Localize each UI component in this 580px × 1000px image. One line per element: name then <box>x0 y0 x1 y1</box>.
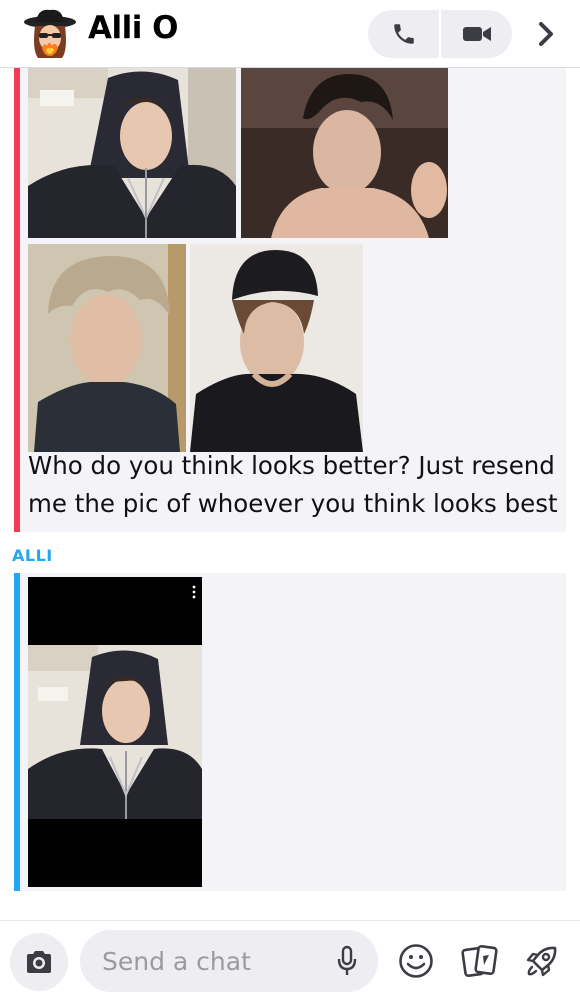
rocket-icon <box>526 946 557 977</box>
emoji-button[interactable] <box>396 941 436 981</box>
cards-icon <box>461 944 498 978</box>
photo-1[interactable] <box>28 68 236 238</box>
chat-input[interactable] <box>102 940 322 982</box>
video-camera-icon <box>462 27 491 41</box>
chat-area[interactable]: Who do you think looks better? Just rese… <box>0 68 580 920</box>
video-call-button[interactable] <box>441 10 512 58</box>
more-options-icon[interactable] <box>190 585 198 599</box>
avatar[interactable] <box>22 6 80 62</box>
message-bubble: Who do you think looks better? Just rese… <box>14 68 566 532</box>
camera-button[interactable] <box>10 933 68 991</box>
microphone-icon <box>337 945 357 975</box>
message-accent-bar <box>14 68 20 532</box>
smiley-icon <box>399 944 433 978</box>
message-bubble <box>14 573 566 891</box>
composer-bar <box>0 920 580 1000</box>
message-accent-bar <box>14 573 20 891</box>
message-text: Who do you think looks better? Just rese… <box>28 451 558 518</box>
cards-button[interactable] <box>460 941 500 981</box>
phone-icon <box>393 24 414 44</box>
chevron-right-icon <box>539 22 553 46</box>
more-button[interactable] <box>528 16 564 52</box>
photo-4[interactable] <box>190 244 363 452</box>
photo-2[interactable] <box>241 68 448 238</box>
photo-3[interactable] <box>28 244 186 452</box>
contact-name[interactable]: Alli O <box>88 10 179 46</box>
chat-header: Alli O <box>0 0 580 68</box>
games-button[interactable] <box>522 941 562 981</box>
sender-name: ALLI <box>12 546 53 565</box>
camera-icon <box>27 951 51 973</box>
chat-input-container <box>80 930 378 992</box>
voice-call-button[interactable] <box>368 10 439 58</box>
snap-photo[interactable] <box>28 577 202 887</box>
microphone-button[interactable] <box>332 944 362 978</box>
call-controls <box>368 10 512 58</box>
